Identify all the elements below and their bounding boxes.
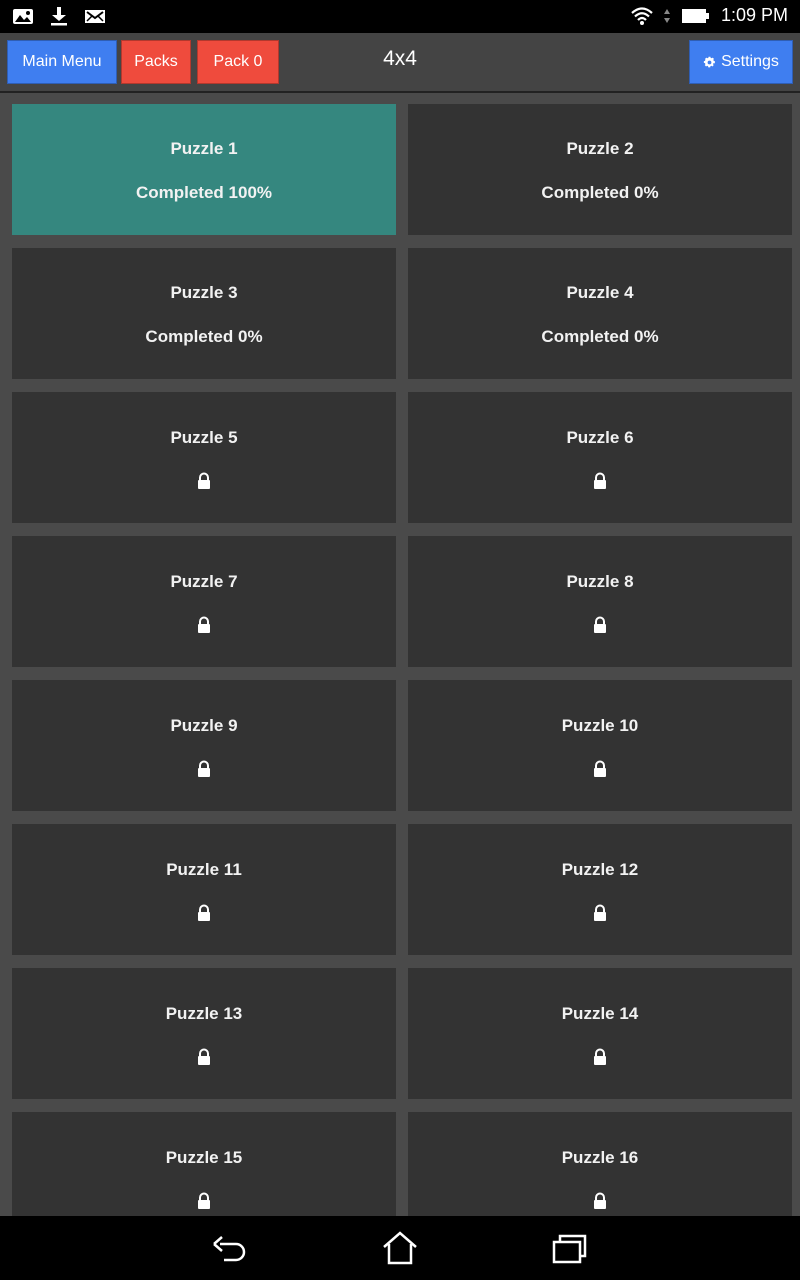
puzzle-name: Puzzle 6: [566, 427, 634, 447]
lock-icon: [592, 1048, 608, 1066]
packs-button[interactable]: Packs: [121, 40, 191, 84]
wifi-icon: [631, 6, 653, 25]
puzzle-name: Puzzle 16: [561, 1147, 639, 1167]
puzzle-status: Completed 100%: [135, 182, 273, 202]
nav-bar: [0, 1216, 800, 1280]
lock-icon: [592, 616, 608, 634]
puzzle-tile[interactable]: Puzzle 10: [408, 680, 792, 811]
puzzle-name: Puzzle 15: [165, 1147, 243, 1167]
puzzle-tile[interactable]: Puzzle 1 Completed 100%: [12, 104, 396, 235]
puzzle-tile[interactable]: Puzzle 16: [408, 1112, 792, 1216]
pack-label: Pack 0: [213, 53, 263, 70]
puzzle-name: Puzzle 8: [566, 571, 634, 591]
puzzle-status: Completed 0%: [541, 326, 659, 346]
puzzle-tile[interactable]: Puzzle 15: [12, 1112, 396, 1216]
puzzle-tile[interactable]: Puzzle 13: [12, 968, 396, 1099]
lock-icon: [196, 1192, 212, 1210]
puzzle-name: Puzzle 1: [170, 138, 238, 158]
puzzle-name: Puzzle 14: [561, 1003, 639, 1023]
settings-button[interactable]: Settings: [689, 40, 793, 84]
puzzle-tile[interactable]: Puzzle 3 Completed 0%: [12, 248, 396, 379]
recent-apps-icon[interactable]: [550, 1230, 590, 1266]
puzzle-list: Puzzle 1 Completed 100% Puzzle 2 Completed …: [0, 93, 800, 1216]
puzzle-name: Puzzle 3: [170, 282, 238, 302]
page-title: 4x4: [383, 47, 417, 70]
puzzle-name: Puzzle 9: [170, 715, 238, 735]
puzzle-tile[interactable]: Puzzle 14: [408, 968, 792, 1099]
status-time: 1:09 PM: [720, 5, 788, 25]
puzzle-grid: Puzzle 1 Completed 100% Puzzle 2 Completed …: [12, 104, 792, 1216]
main-menu-label: Main Menu: [22, 53, 102, 70]
puzzle-tile[interactable]: Puzzle 9: [12, 680, 396, 811]
gear-icon: [703, 56, 715, 67]
puzzle-status: Completed 0%: [541, 182, 659, 202]
toolbar: Main Menu Packs Pack 0 4x4 Settings: [0, 33, 800, 93]
puzzle-name: Puzzle 11: [166, 859, 242, 879]
image-icon: [13, 9, 33, 24]
puzzle-name: Puzzle 4: [566, 282, 634, 302]
lock-icon: [196, 1048, 212, 1066]
home-icon[interactable]: [380, 1230, 420, 1266]
puzzle-name: Puzzle 10: [561, 715, 639, 735]
puzzle-tile[interactable]: Puzzle 12: [408, 824, 792, 955]
puzzle-tile[interactable]: Puzzle 2 Completed 0%: [408, 104, 792, 235]
puzzle-tile[interactable]: Puzzle 11: [12, 824, 396, 955]
pack-button[interactable]: Pack 0: [197, 40, 279, 84]
mail-icon: [85, 10, 105, 23]
status-bar: 1:09 PM: [0, 0, 800, 33]
battery-icon: [681, 8, 709, 23]
download-icon: [51, 7, 67, 26]
puzzle-name: Puzzle 12: [561, 859, 639, 879]
puzzle-tile[interactable]: Puzzle 7: [12, 536, 396, 667]
puzzle-tile[interactable]: Puzzle 8: [408, 536, 792, 667]
puzzle-status: Completed 0%: [145, 326, 263, 346]
lock-icon: [196, 616, 212, 634]
lock-icon: [592, 472, 608, 490]
lock-icon: [592, 760, 608, 778]
packs-label: Packs: [134, 53, 178, 70]
puzzle-tile[interactable]: Puzzle 6: [408, 392, 792, 523]
puzzle-tile[interactable]: Puzzle 4 Completed 0%: [408, 248, 792, 379]
lock-icon: [196, 472, 212, 490]
lock-icon: [592, 904, 608, 922]
main-menu-button[interactable]: Main Menu: [7, 40, 117, 84]
puzzle-name: Puzzle 5: [170, 427, 238, 447]
puzzle-tile[interactable]: Puzzle 5: [12, 392, 396, 523]
puzzle-name: Puzzle 2: [566, 138, 634, 158]
signal-icon: [663, 8, 670, 23]
settings-label: Settings: [721, 53, 779, 70]
lock-icon: [196, 760, 212, 778]
lock-icon: [592, 1192, 608, 1210]
puzzle-name: Puzzle 7: [170, 571, 238, 591]
back-icon[interactable]: [210, 1230, 250, 1266]
puzzle-name: Puzzle 13: [165, 1003, 243, 1023]
lock-icon: [196, 904, 212, 922]
